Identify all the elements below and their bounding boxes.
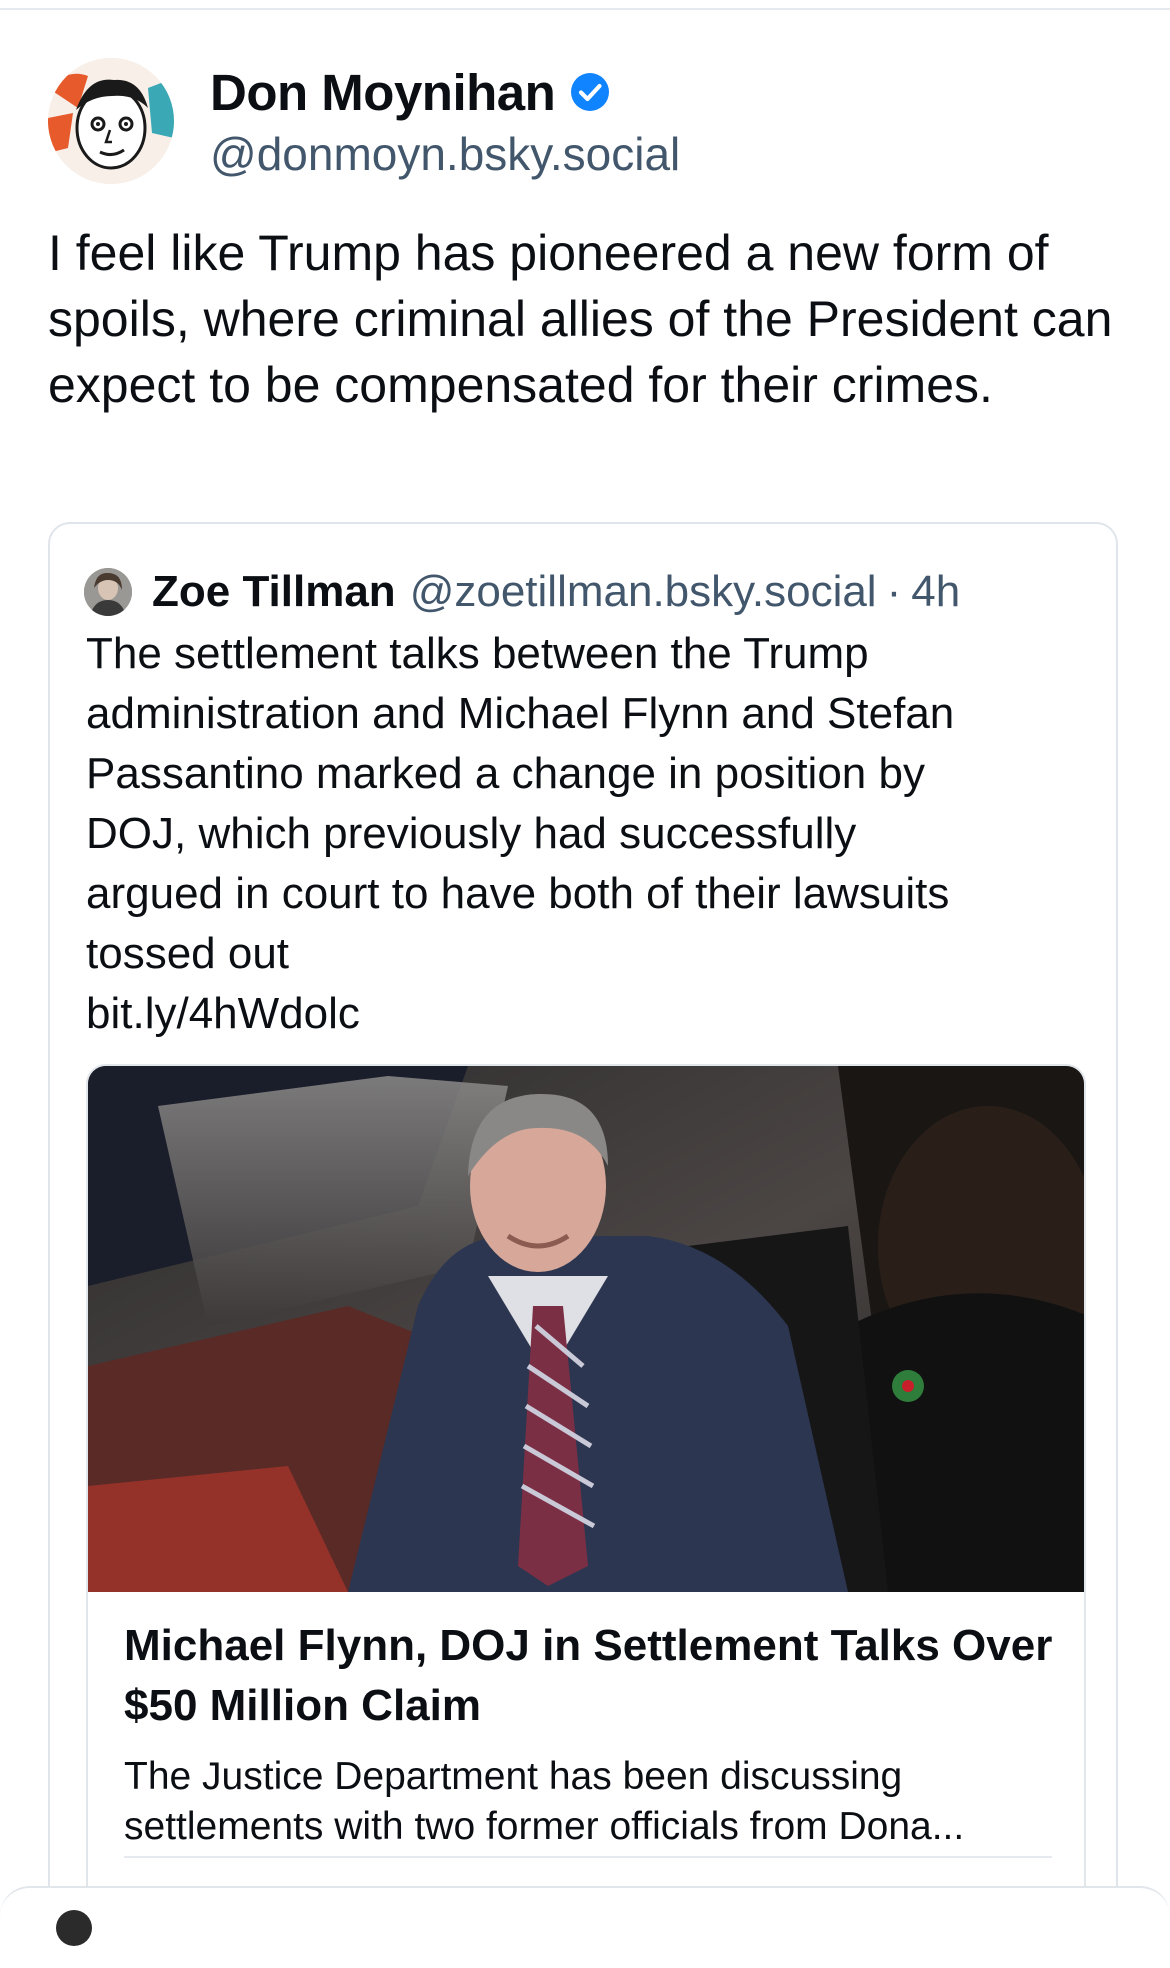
author-display-name[interactable]: Don Moynihan <box>210 63 556 122</box>
avatar[interactable] <box>48 58 174 184</box>
verified-check-icon[interactable] <box>569 71 611 113</box>
quoted-post-link[interactable]: bit.ly/4hWdolc <box>86 984 1086 1044</box>
quoted-post-text-line: Passantino marked a change in position b… <box>86 749 925 798</box>
post-author-row[interactable]: Don Moynihan @donmoyn.bsky.social <box>48 58 1118 188</box>
quoted-author-avatar[interactable] <box>84 568 132 616</box>
quoted-post-text-line: The settlement talks between the Trump <box>86 629 869 678</box>
quoted-post-timestamp[interactable]: 4h <box>911 567 960 617</box>
top-divider <box>0 8 1170 10</box>
post-text: I feel like Trump has pioneered a new fo… <box>48 225 1113 413</box>
link-preview-description: The Justice Department has been discussi… <box>124 1752 1064 1852</box>
link-preview-title[interactable]: Michael Flynn, DOJ in Settlement Talks O… <box>124 1616 1064 1736</box>
quoted-post-text: The settlement talks between the Trump a… <box>86 624 1086 1044</box>
quoted-post-card[interactable]: Zoe Tillman @zoetillman.bsky.social · 4h… <box>48 522 1118 1964</box>
author-handle[interactable]: @donmoyn.bsky.social <box>210 124 680 184</box>
quoted-post-text-line: administration and Michael Flynn and Ste… <box>86 689 955 738</box>
next-post-avatar[interactable] <box>56 1910 92 1946</box>
author-meta: Don Moynihan @donmoyn.bsky.social <box>210 60 680 184</box>
link-preview-card[interactable]: Michael Flynn, DOJ in Settlement Talks O… <box>86 1064 1086 1964</box>
link-preview-image[interactable] <box>88 1066 1084 1592</box>
quoted-author-display-name[interactable]: Zoe Tillman <box>152 567 396 617</box>
quoted-author-handle[interactable]: @zoetillman.bsky.social <box>410 567 877 617</box>
meta-separator: · <box>886 567 902 616</box>
quoted-post-text-line: tossed out <box>86 929 290 978</box>
display-name-line: Don Moynihan <box>210 60 680 124</box>
link-preview-description-line: settlements with two former officials fr… <box>124 1805 965 1848</box>
next-post-card[interactable] <box>0 1886 1170 1968</box>
link-preview-description-line: The Justice Department has been discussi… <box>124 1755 903 1798</box>
quoted-post-text-line: argued in court to have both of their la… <box>86 869 950 918</box>
link-preview-divider <box>124 1856 1052 1858</box>
quoted-post-header: Zoe Tillman @zoetillman.bsky.social · 4h <box>84 562 960 622</box>
quoted-post-text-line: DOJ, which previously had successfully <box>86 809 857 858</box>
